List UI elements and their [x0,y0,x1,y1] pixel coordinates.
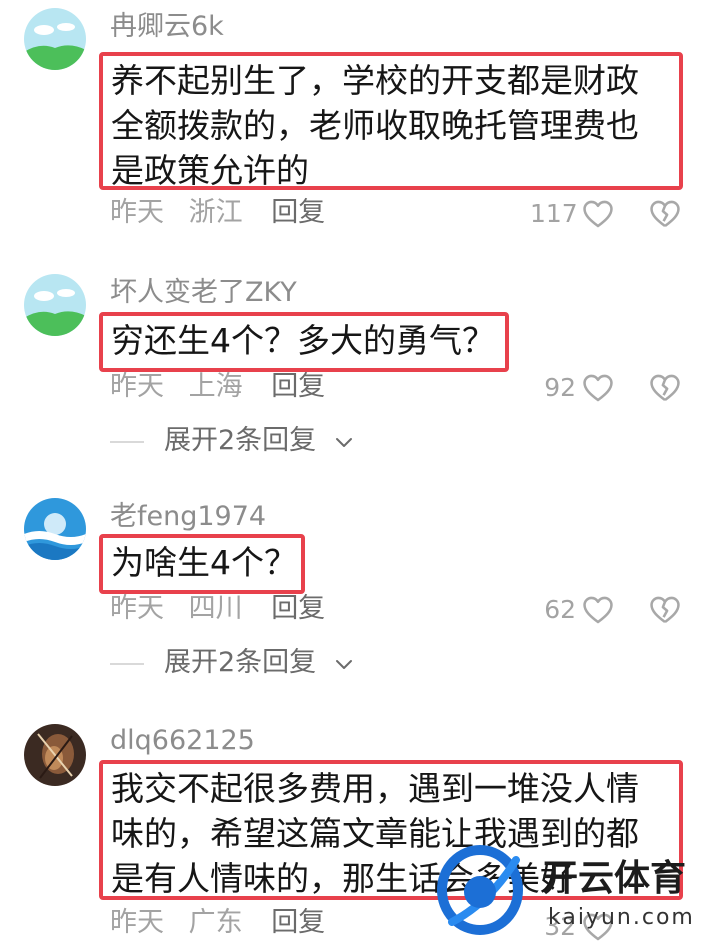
reply-button[interactable]: 回复 [271,907,325,938]
watermark-brand: 开云体育 [542,858,686,899]
reply-button[interactable]: 回复 [271,593,325,624]
comment-date: 昨天 [110,371,164,402]
comment-location: 四川 [188,593,243,624]
like-count: 62 [544,595,576,624]
comment-text: 养不起别生了，学校的开支都是财政全额拨款的，老师收取晚托管理费也是政策允许的 [99,52,683,190]
broken-heart-icon[interactable] [648,371,682,405]
username[interactable]: 冉卿云6k [110,10,224,44]
username[interactable]: 坏人变老了ZKY [110,276,297,310]
comment-meta: 昨天 四川 回复 [110,592,341,626]
comment-meta: 昨天 上海 回复 [110,370,341,404]
comment-location: 上海 [188,371,243,402]
like-count: 92 [544,373,576,402]
username[interactable]: dlq662125 [110,724,255,758]
expand-replies-label: 展开2条回复 [164,647,317,678]
comment-meta: 昨天 广东 回复 [110,906,341,940]
avatar[interactable] [24,498,86,560]
comment-location: 广东 [188,907,243,938]
broken-heart-icon[interactable] [648,197,682,231]
chevron-down-icon [336,438,352,447]
divider-line [110,663,144,665]
heart-icon[interactable] [581,371,615,405]
heart-icon[interactable] [581,197,615,231]
comment-meta: 昨天 浙江 回复 [110,196,341,230]
watermark-logo: 开云体育 kaiyun.com [437,845,695,935]
reply-button[interactable]: 回复 [271,371,325,402]
watermark-domain: kaiyun.com [548,905,695,930]
like-count: 117 [530,199,578,228]
chevron-down-icon [336,660,352,669]
comment-date: 昨天 [110,907,164,938]
comment-location: 浙江 [188,197,243,228]
username[interactable]: 老feng1974 [110,500,266,534]
broken-heart-icon[interactable] [648,593,682,627]
reply-button[interactable]: 回复 [271,197,325,228]
expand-replies-button[interactable]: 展开2条回复 [110,424,370,458]
avatar[interactable] [24,274,86,336]
avatar[interactable] [24,8,86,70]
expand-replies-button[interactable]: 展开2条回复 [110,646,370,680]
comment-date: 昨天 [110,593,164,624]
heart-icon[interactable] [581,593,615,627]
avatar[interactable] [24,724,86,786]
comment-text: 穷还生4个？多大的勇气？ [99,312,509,372]
comment-date: 昨天 [110,197,164,228]
divider-line [110,441,144,443]
expand-replies-label: 展开2条回复 [164,425,317,456]
comment-text: 为啥生4个？ [99,534,305,594]
